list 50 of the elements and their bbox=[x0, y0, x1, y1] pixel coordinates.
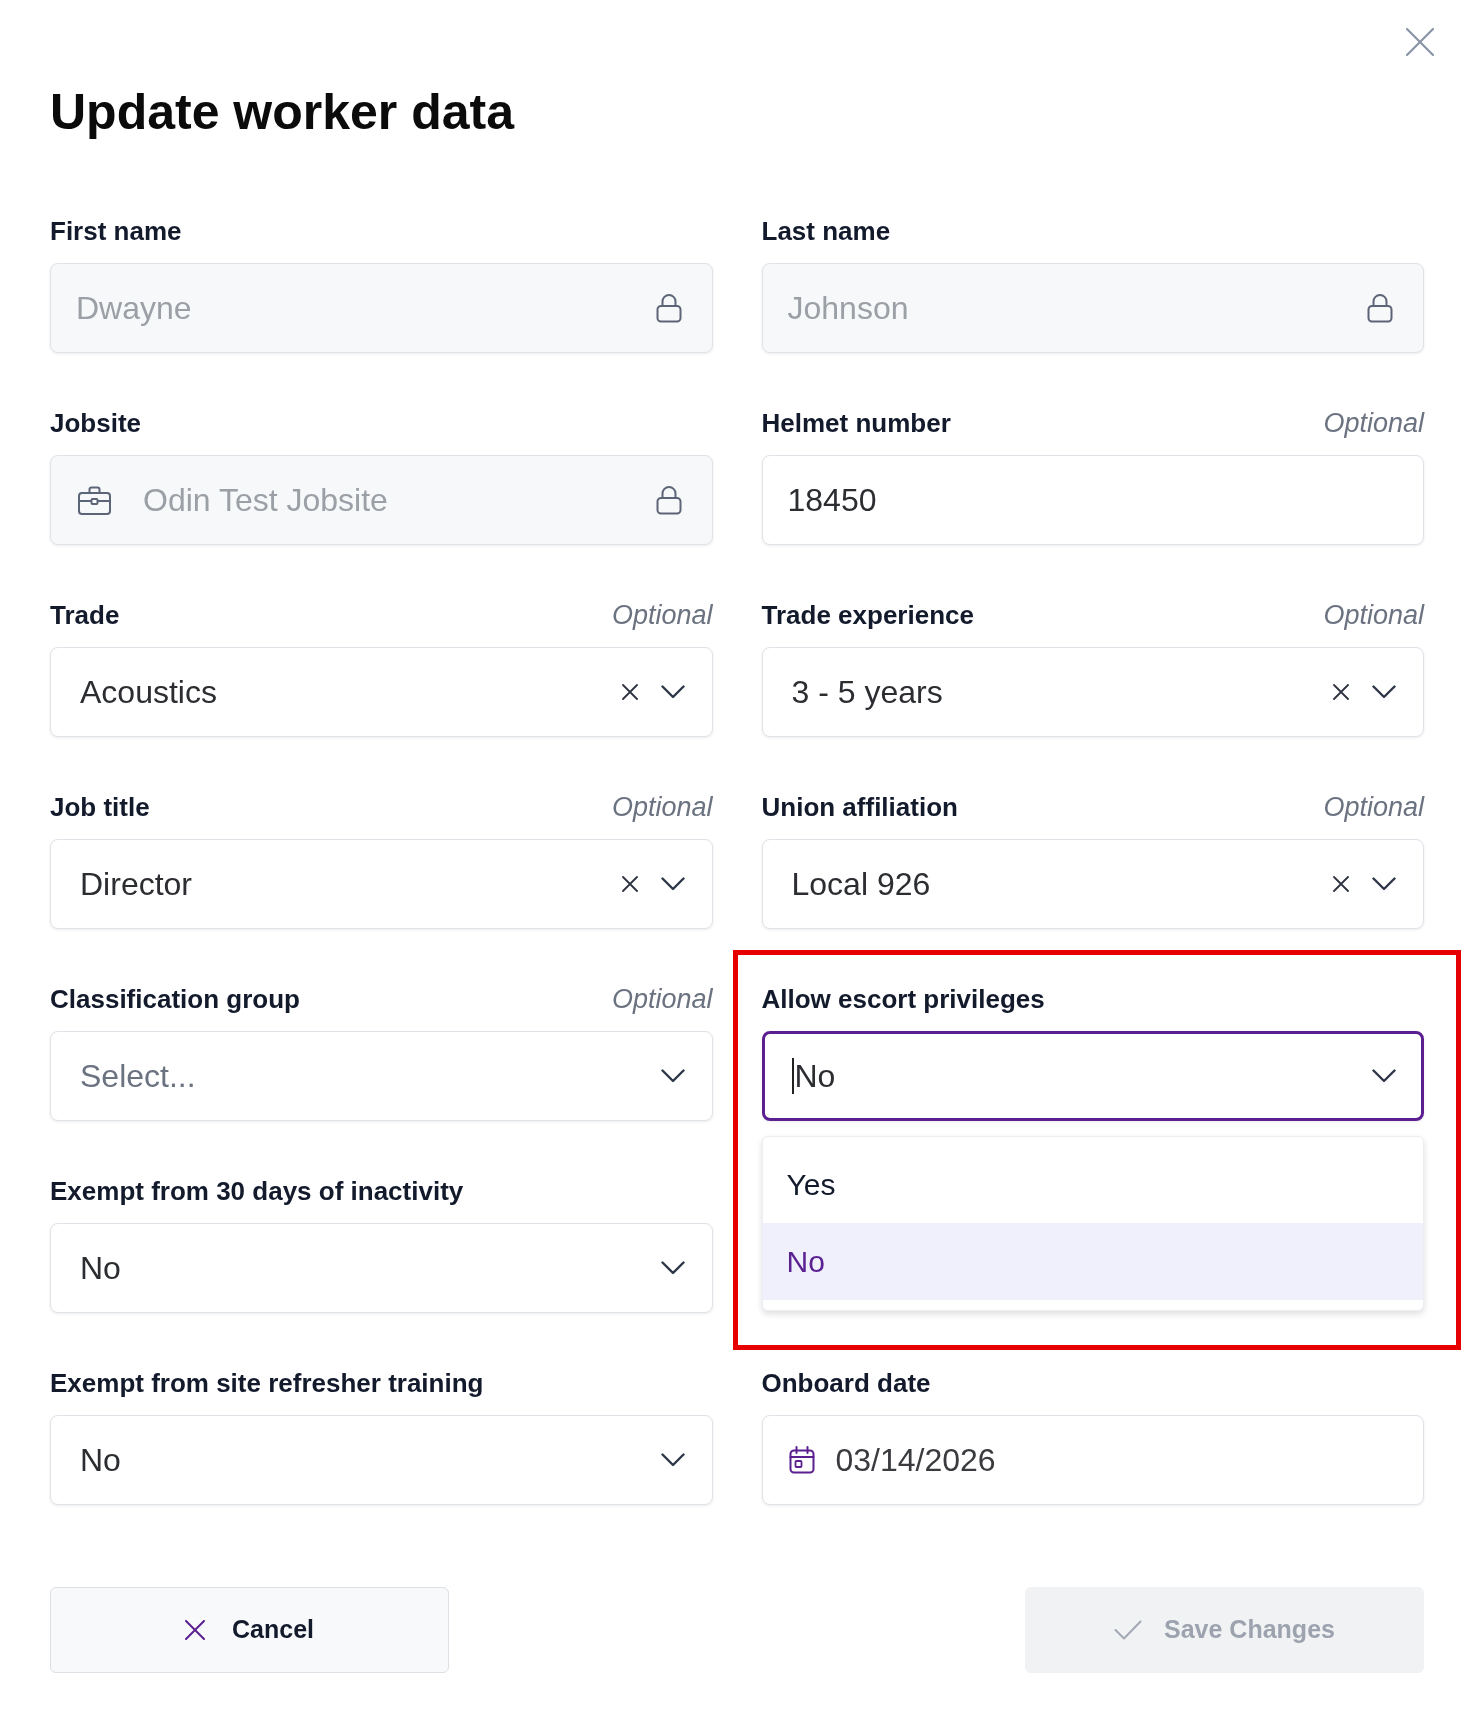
chevron-down-icon[interactable] bbox=[660, 1453, 685, 1467]
optional-hint: Optional bbox=[611, 984, 713, 1014]
select-field[interactable]: Director bbox=[50, 839, 713, 929]
chevron-down-icon[interactable] bbox=[660, 1069, 685, 1083]
field-label: Allow escort privileges bbox=[761, 984, 1045, 1014]
optional-hint: Optional bbox=[1323, 600, 1424, 630]
briefcase-icon bbox=[78, 485, 111, 515]
cancel-button[interactable]: Cancel bbox=[50, 1587, 449, 1673]
clear-icon[interactable] bbox=[621, 876, 638, 892]
optional-hint: Optional bbox=[1323, 408, 1424, 438]
chevron-down-icon[interactable] bbox=[1372, 685, 1396, 699]
clear-icon[interactable] bbox=[1333, 684, 1349, 700]
checkmark-icon bbox=[1114, 1620, 1143, 1640]
field-label: Jobsite bbox=[50, 408, 142, 438]
chevron-down-icon[interactable] bbox=[1372, 877, 1396, 891]
calendar-icon bbox=[788, 1446, 815, 1474]
select-field[interactable]: No bbox=[761, 1031, 1424, 1121]
optional-hint: Optional bbox=[1323, 792, 1424, 822]
select-field[interactable]: 3 - 5 years bbox=[761, 647, 1424, 737]
field-label: Helmet number bbox=[761, 408, 951, 438]
clear-icon[interactable] bbox=[1333, 876, 1349, 892]
field-label: Trade experience bbox=[761, 600, 974, 630]
chevron-down-icon[interactable] bbox=[660, 685, 685, 699]
clear-icon[interactable] bbox=[621, 684, 638, 700]
dropdown-option[interactable]: Yes bbox=[762, 1146, 1423, 1223]
field-label: Trade bbox=[50, 600, 120, 630]
field-label: Onboard date bbox=[761, 1368, 931, 1398]
select-field[interactable]: No bbox=[50, 1223, 713, 1313]
select-field[interactable]: Select... bbox=[50, 1031, 713, 1121]
chevron-down-icon[interactable] bbox=[660, 1261, 685, 1275]
optional-hint: Optional bbox=[611, 600, 713, 630]
field-label: First name bbox=[50, 216, 182, 246]
field-label: Exempt from 30 days of inactivity bbox=[50, 1176, 464, 1206]
chevron-down-icon[interactable] bbox=[660, 877, 685, 891]
select-field[interactable]: No bbox=[50, 1415, 713, 1505]
optional-hint: Optional bbox=[611, 792, 713, 822]
field-label: Job title bbox=[50, 792, 150, 822]
dropdown-option[interactable]: No bbox=[762, 1223, 1423, 1300]
field-label: Union affiliation bbox=[761, 792, 958, 822]
chevron-down-icon[interactable] bbox=[1372, 1069, 1396, 1083]
x-icon bbox=[185, 1620, 205, 1640]
field-label: Last name bbox=[761, 216, 891, 246]
field-label: Classification group bbox=[50, 984, 300, 1014]
field-label: Exempt from site refresher training bbox=[50, 1368, 484, 1398]
text-cursor bbox=[791, 1058, 794, 1094]
dialog-title: Update worker data bbox=[50, 83, 514, 141]
select-field[interactable]: Acoustics bbox=[50, 647, 713, 737]
select-field[interactable]: Local 926 bbox=[761, 839, 1424, 929]
date-field[interactable]: 03/14/2026 bbox=[761, 1415, 1424, 1505]
text-field[interactable]: 18450 bbox=[761, 455, 1424, 545]
